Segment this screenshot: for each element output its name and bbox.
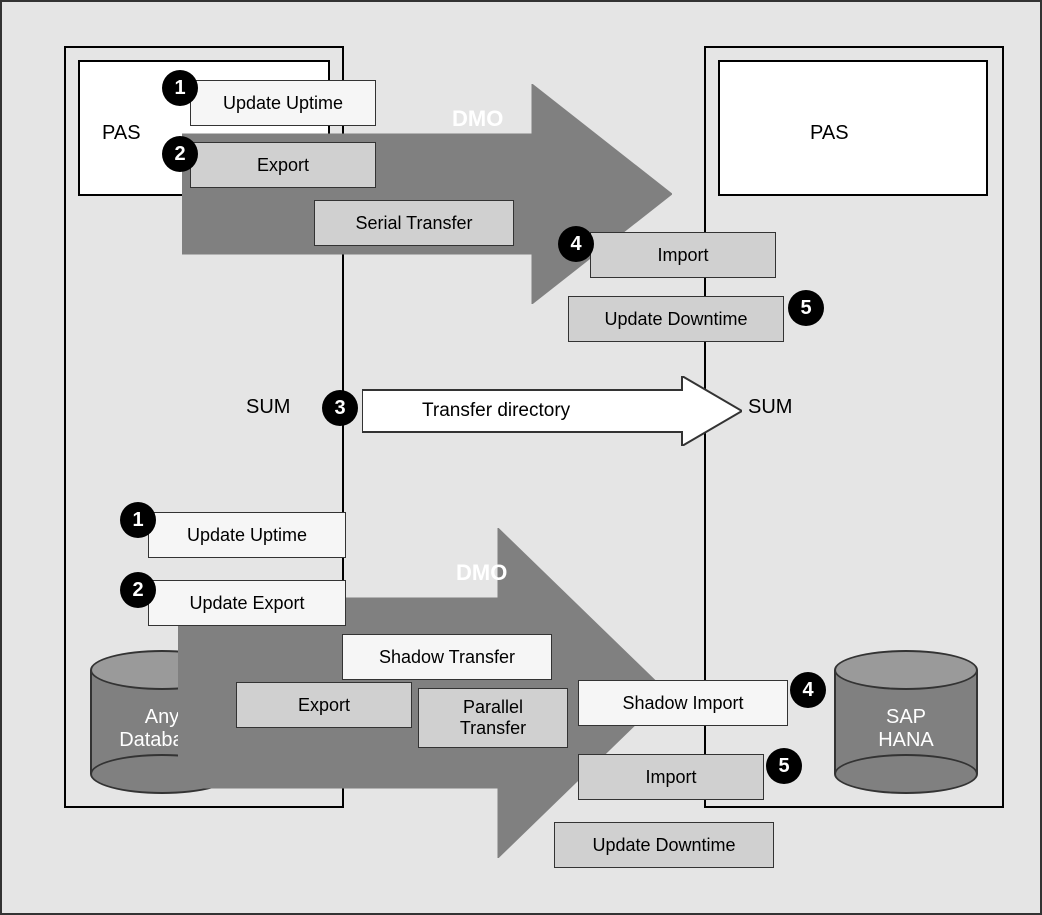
box-bot-export: Export bbox=[236, 682, 412, 728]
label: Update Downtime bbox=[604, 309, 747, 330]
dmo-top-label: DMO bbox=[452, 106, 503, 132]
box-bot-shadow-transfer: Shadow Transfer bbox=[342, 634, 552, 680]
badge-top-5: 5 bbox=[788, 290, 824, 326]
cylinder-right: SAP HANA bbox=[834, 650, 978, 794]
badge-top-2: 2 bbox=[162, 136, 198, 172]
box-top-serial: Serial Transfer bbox=[314, 200, 514, 246]
box-bot-parallel-transfer: Parallel Transfer bbox=[418, 688, 568, 748]
label: Serial Transfer bbox=[355, 213, 472, 234]
badge-bot-4: 4 bbox=[790, 672, 826, 708]
badge-middle-3: 3 bbox=[322, 390, 358, 426]
label: Import bbox=[657, 245, 708, 266]
badge-top-1: 1 bbox=[162, 70, 198, 106]
badge-top-4: 4 bbox=[558, 226, 594, 262]
badge-bot-5: 5 bbox=[766, 748, 802, 784]
box-top-update-uptime: Update Uptime bbox=[190, 80, 376, 126]
label: Update Uptime bbox=[223, 93, 343, 114]
label: Update Downtime bbox=[592, 835, 735, 856]
badge-bot-2: 2 bbox=[120, 572, 156, 608]
label: Parallel Transfer bbox=[460, 697, 526, 738]
label: Shadow Import bbox=[622, 693, 743, 714]
sum-right-label: SUM bbox=[748, 396, 792, 419]
box-bot-update-downtime: Update Downtime bbox=[554, 822, 774, 868]
label: Shadow Transfer bbox=[379, 647, 515, 668]
label: Export bbox=[298, 695, 350, 716]
box-bot-import: Import bbox=[578, 754, 764, 800]
cylinder-right-label: SAP HANA bbox=[834, 706, 978, 752]
pas-right-box bbox=[718, 60, 988, 196]
box-bot-shadow-import: Shadow Import bbox=[578, 680, 788, 726]
sum-left-label: SUM bbox=[246, 396, 290, 419]
label: Export bbox=[257, 155, 309, 176]
dmo-bottom-label: DMO bbox=[456, 560, 507, 586]
box-bot-update-uptime: Update Uptime bbox=[148, 512, 346, 558]
label: Update Uptime bbox=[187, 525, 307, 546]
label: Update Export bbox=[189, 593, 304, 614]
box-top-export: Export bbox=[190, 142, 376, 188]
label: Import bbox=[645, 767, 696, 788]
box-bot-update-export: Update Export bbox=[148, 580, 346, 626]
box-top-import: Import bbox=[590, 232, 776, 278]
badge-bot-1: 1 bbox=[120, 502, 156, 538]
pas-right-label: PAS bbox=[810, 122, 849, 145]
box-top-downtime: Update Downtime bbox=[568, 296, 784, 342]
pas-left-label: PAS bbox=[102, 122, 141, 145]
diagram-canvas: PAS PAS SUM SUM Any Database SAP HANA DM… bbox=[0, 0, 1042, 915]
transfer-directory-label: Transfer directory bbox=[422, 400, 570, 422]
